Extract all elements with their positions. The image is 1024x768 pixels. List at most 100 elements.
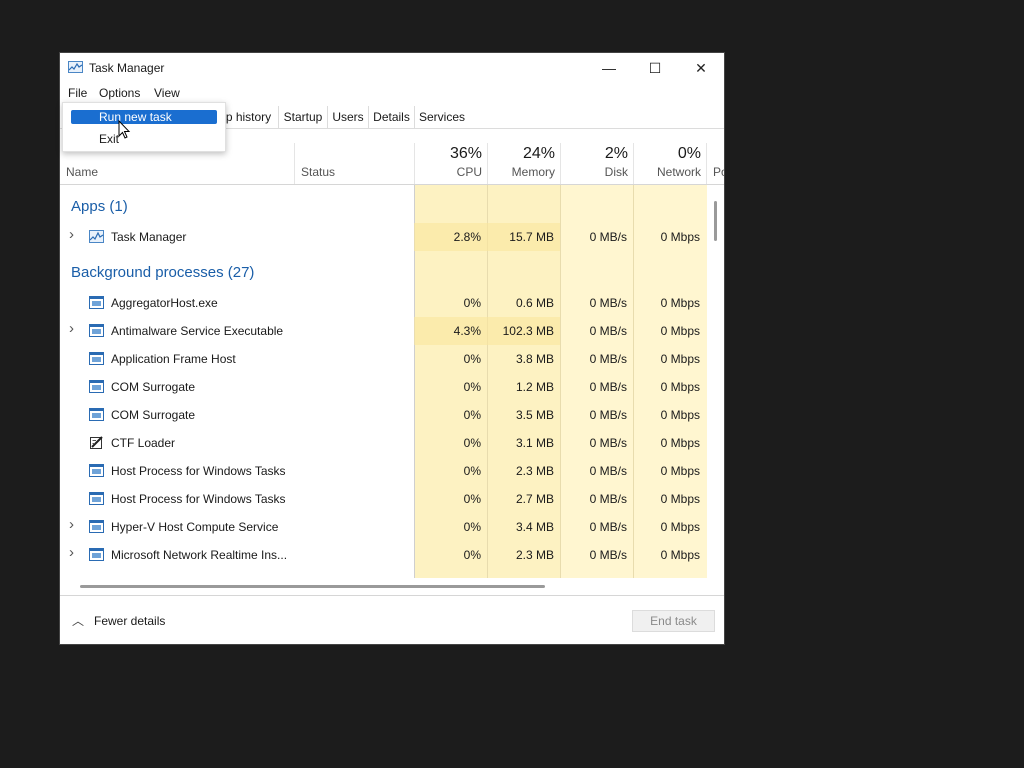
chevron-right-icon[interactable]: › <box>69 320 74 337</box>
cell-network: 0 Mbps <box>660 548 700 562</box>
tab-details[interactable]: Details <box>368 106 414 128</box>
cell-memory: 2.3 MB <box>515 548 554 562</box>
table-row[interactable]: COM Surrogate 0% 1.2 MB 0 MB/s 0 Mbps <box>60 373 708 401</box>
process-name: COM Surrogate <box>111 408 196 422</box>
cell-network: 0 Mbps <box>660 492 700 506</box>
chevron-right-icon[interactable]: › <box>69 516 74 533</box>
cell-memory: 15.7 MB <box>509 230 554 244</box>
cell-disk: 0 MB/s <box>589 352 627 366</box>
tab-users[interactable]: Users <box>327 106 368 128</box>
menu-view[interactable]: View <box>154 86 180 100</box>
mouse-cursor-icon <box>118 120 131 139</box>
table-row[interactable]: COM Surrogate 0% 3.5 MB 0 MB/s 0 Mbps <box>60 401 708 429</box>
cell-cpu: 0% <box>463 408 481 422</box>
chevron-right-icon[interactable]: › <box>69 544 74 561</box>
process-name: Antimalware Service Executable <box>111 324 284 338</box>
minimize-button[interactable]: — <box>586 53 632 83</box>
cell-disk: 0 MB/s <box>589 408 627 422</box>
column-cpu[interactable]: 36% CPU <box>414 143 488 184</box>
fewer-details-link[interactable]: Fewer details <box>94 614 165 628</box>
column-disk[interactable]: 2% Disk <box>560 143 634 184</box>
cell-disk: 0 MB/s <box>589 380 627 394</box>
maximize-button[interactable]: ☐ <box>632 53 678 83</box>
cell-cpu: 0% <box>463 492 481 506</box>
process-table: Apps (1) › Task Manager 2.8% 15.7 MB 0 MB/s 0 … <box>60 185 724 578</box>
process-window-icon <box>89 296 104 309</box>
process-window-icon <box>89 548 104 561</box>
column-network[interactable]: 0% Network <box>633 143 707 184</box>
tab-services[interactable]: Services <box>414 106 469 128</box>
process-window-icon <box>89 520 104 533</box>
cell-cpu: 2.8% <box>453 230 481 244</box>
end-task-button[interactable]: End task <box>632 610 715 632</box>
process-name: Host Process for Windows Tasks <box>111 464 286 478</box>
table-row[interactable]: CTF Loader 0% 3.1 MB 0 MB/s 0 Mbps <box>60 429 708 457</box>
chevron-right-icon[interactable]: › <box>69 226 74 243</box>
table-row[interactable]: AggregatorHost.exe 0% 0.6 MB 0 MB/s 0 Mbps <box>60 289 708 317</box>
table-row[interactable]: › Antimalware Service Executable 4.3% 102.3… <box>60 317 708 345</box>
tab-app-history[interactable]: p history <box>220 106 277 128</box>
menu-options[interactable]: Options <box>99 86 140 100</box>
table-row[interactable]: › Microsoft Network Realtime Ins... 0% 2.3 … <box>60 541 708 569</box>
cell-disk: 0 MB/s <box>589 324 627 338</box>
cell-memory: 2.3 MB <box>515 464 554 478</box>
table-row[interactable]: Host Process for Windows Tasks 0% 2.7 MB 0 … <box>60 485 708 513</box>
title-bar: Task Manager — ☐ ✕ <box>60 53 724 83</box>
menu-file[interactable]: File <box>68 86 87 100</box>
table-row[interactable]: › Task Manager 2.8% 15.7 MB 0 MB/s 0 Mbps <box>60 223 708 251</box>
cell-network: 0 Mbps <box>660 296 700 310</box>
cell-network: 0 Mbps <box>660 352 700 366</box>
table-row[interactable]: Application Frame Host 0% 3.8 MB 0 MB/s 0 Mb… <box>60 345 708 373</box>
cell-memory: 3.5 MB <box>515 408 554 422</box>
cell-cpu: 4.3% <box>453 324 481 338</box>
cell-disk: 0 MB/s <box>589 520 627 534</box>
tab-startup[interactable]: Startup <box>278 106 327 128</box>
cell-memory: 1.2 MB <box>515 380 554 394</box>
cell-network: 0 Mbps <box>660 408 700 422</box>
process-name: Application Frame Host <box>111 352 236 366</box>
cell-memory: 3.4 MB <box>515 520 554 534</box>
group-heading: Apps (1) <box>71 198 128 215</box>
process-name: CTF Loader <box>111 436 176 450</box>
group-background: Background processes (27) <box>60 251 708 289</box>
process-window-icon <box>89 380 104 393</box>
process-window-icon <box>89 464 104 477</box>
cell-cpu: 0% <box>463 464 481 478</box>
cell-memory: 2.7 MB <box>515 492 554 506</box>
cell-network: 0 Mbps <box>660 380 700 394</box>
close-button[interactable]: ✕ <box>678 53 724 83</box>
chevron-up-icon[interactable]: ︿ <box>72 612 84 629</box>
cell-network: 0 Mbps <box>660 324 700 338</box>
horizontal-scrollbar[interactable] <box>80 585 545 588</box>
footer: ︿ Fewer details End task <box>60 595 724 644</box>
cell-disk: 0 MB/s <box>589 436 627 450</box>
column-status[interactable]: Status <box>294 143 415 184</box>
table-row[interactable]: › Hyper-V Host Compute Service 0% 3.4 MB 0 M… <box>60 513 708 541</box>
cell-memory: 102.3 MB <box>502 324 554 338</box>
cell-disk: 0 MB/s <box>589 548 627 562</box>
window-title: Task Manager <box>89 61 165 75</box>
cell-cpu: 0% <box>463 548 481 562</box>
process-name: Hyper-V Host Compute Service <box>111 520 279 534</box>
cell-memory: 3.1 MB <box>515 436 554 450</box>
menu-item-run-new-task[interactable]: Run new task <box>71 110 217 124</box>
group-heading: Background processes (27) <box>71 264 255 281</box>
menu-item-exit[interactable]: Exit <box>71 132 217 146</box>
column-memory[interactable]: 24% Memory <box>487 143 561 184</box>
process-window-icon <box>89 352 104 365</box>
cell-network: 0 Mbps <box>660 436 700 450</box>
cell-cpu: 0% <box>463 296 481 310</box>
menu-bar: File Options View <box>60 83 724 103</box>
group-apps: Apps (1) <box>60 185 708 223</box>
table-row[interactable]: Host Process for Windows Tasks 0% 2.3 MB 0 … <box>60 457 708 485</box>
cell-disk: 0 MB/s <box>589 296 627 310</box>
process-name: Task Manager <box>111 230 187 244</box>
process-name: COM Surrogate <box>111 380 196 394</box>
vertical-scrollbar[interactable] <box>714 201 717 241</box>
process-name: AggregatorHost.exe <box>111 296 218 310</box>
task-manager-app-icon <box>68 61 83 73</box>
column-power[interactable]: Po <box>706 143 724 184</box>
cell-disk: 0 MB/s <box>589 492 627 506</box>
cell-network: 0 Mbps <box>660 230 700 244</box>
cell-disk: 0 MB/s <box>589 464 627 478</box>
